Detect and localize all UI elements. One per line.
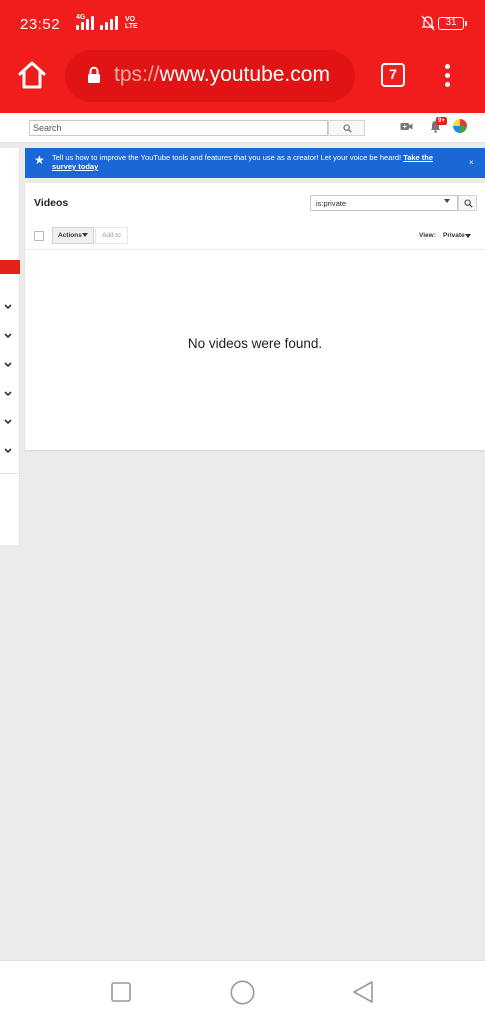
overflow-menu-icon[interactable]	[440, 64, 454, 88]
silent-mode-icon	[421, 15, 435, 31]
signal-strength-icon	[76, 16, 94, 30]
tab-switcher-button[interactable]: 7	[381, 63, 405, 87]
search-icon	[343, 124, 352, 133]
chevron-down-icon[interactable]	[3, 361, 13, 369]
system-navigation-bar	[0, 960, 485, 1024]
view-select[interactable]: Private	[443, 232, 465, 239]
url-prefix: tps://	[114, 63, 160, 86]
browser-chrome: 23:52 4G VO LTE 31 tps://www.youtube.com…	[0, 0, 485, 113]
select-all-checkbox[interactable]	[34, 231, 44, 241]
battery-indicator: 31	[438, 17, 467, 30]
actions-dropdown-icon	[82, 233, 88, 237]
filter-search-button[interactable]	[458, 195, 477, 211]
search-icon	[464, 199, 473, 208]
chevron-down-icon[interactable]	[3, 390, 13, 398]
empty-state-message: No videos were found.	[187, 336, 323, 351]
signal-strength-icon-2	[100, 16, 118, 30]
lock-icon	[88, 66, 100, 83]
videos-panel: Videos is:private Actions Add to View: P…	[25, 183, 485, 450]
view-dropdown-icon[interactable]	[465, 234, 471, 238]
home-nav-icon[interactable]	[230, 980, 255, 1005]
star-icon: ★	[34, 153, 45, 167]
list-divider	[25, 249, 485, 250]
home-icon[interactable]	[16, 59, 48, 91]
status-time: 23:52	[20, 16, 61, 33]
url-host: www.youtube.com	[159, 63, 330, 86]
volte-label-bottom: LTE	[125, 23, 138, 30]
url-text[interactable]: tps://www.youtube.com	[114, 63, 330, 87]
search-button[interactable]	[328, 120, 365, 136]
banner-text: Tell us how to improve the YouTube tools…	[52, 153, 404, 162]
chevron-down-icon[interactable]	[3, 447, 13, 455]
close-icon[interactable]: ×	[469, 158, 474, 167]
survey-banner: ★ Tell us how to improve the YouTube too…	[25, 148, 485, 178]
filter-dropdown-icon[interactable]	[444, 199, 450, 203]
view-label: View:	[419, 232, 436, 239]
notification-count-badge: 9+	[436, 117, 447, 125]
chevron-down-icon[interactable]	[3, 418, 13, 426]
sidebar-active-item[interactable]	[0, 260, 20, 274]
banner-message: Tell us how to improve the YouTube tools…	[52, 153, 447, 171]
account-avatar[interactable]	[453, 119, 467, 133]
add-to-button[interactable]: Add to	[95, 227, 128, 244]
youtube-masthead: Search 9+	[0, 113, 485, 143]
search-input[interactable]: Search	[29, 120, 328, 136]
page-title: Videos	[34, 197, 69, 209]
upload-video-icon[interactable]	[400, 122, 413, 131]
chevron-down-icon[interactable]	[3, 332, 13, 340]
recent-apps-icon[interactable]	[111, 982, 131, 1002]
back-icon[interactable]	[352, 980, 374, 1004]
volte-label: VO LTE	[125, 16, 138, 30]
web-page: Search 9+ ★ Tell us how to improve the Y…	[0, 113, 485, 960]
creator-sidebar	[0, 148, 20, 545]
sidebar-divider	[0, 473, 20, 474]
volte-label-top: VO	[125, 16, 136, 23]
video-filter-input[interactable]: is:private	[310, 195, 458, 211]
chevron-down-icon[interactable]	[3, 303, 13, 311]
